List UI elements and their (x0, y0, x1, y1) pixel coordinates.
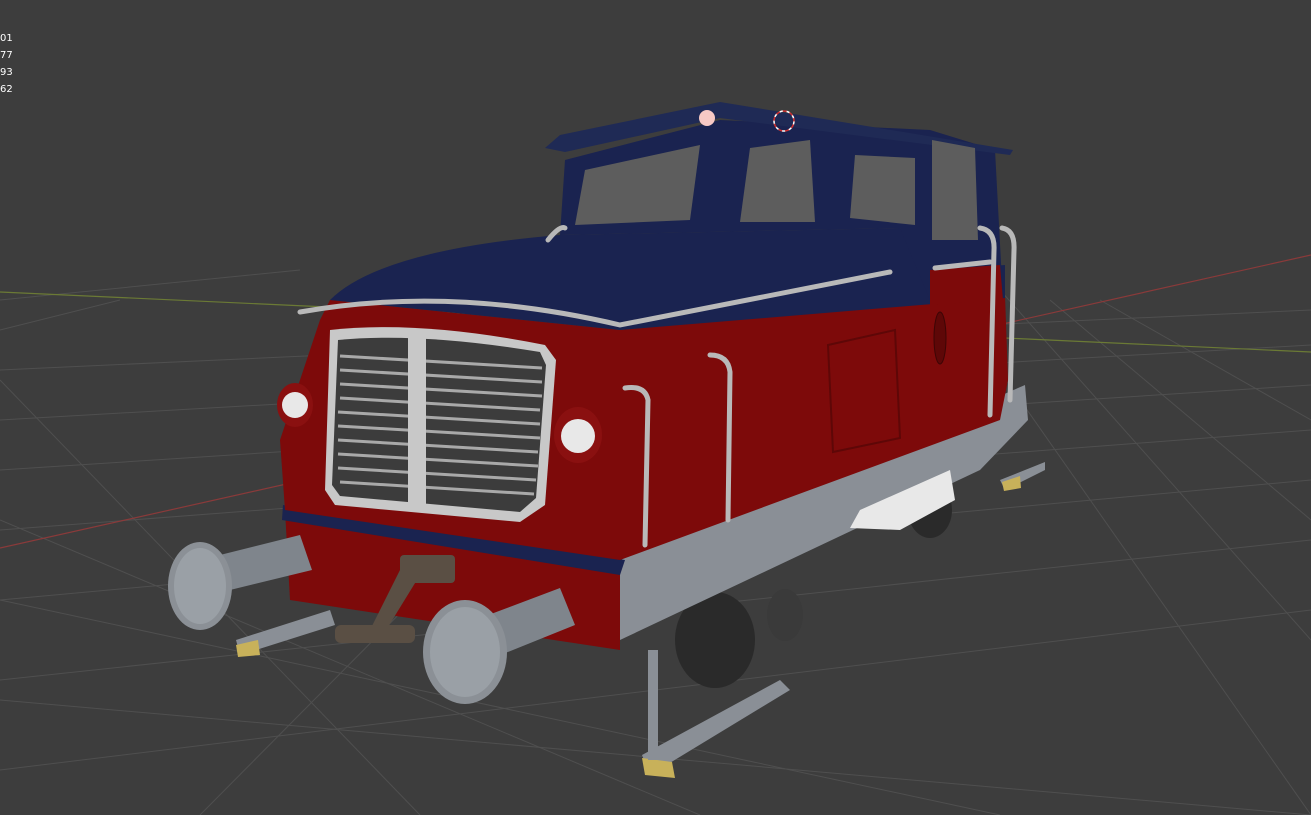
cab-window-center (740, 140, 815, 222)
3d-viewport[interactable]: 01 77 93 62 (0, 0, 1311, 815)
viewport-canvas[interactable] (0, 0, 1311, 815)
cab-side-window (932, 140, 978, 240)
stats-line: 77 (0, 50, 13, 61)
grille-inner (332, 337, 546, 512)
stats-line: 93 (0, 67, 13, 78)
light-origin-icon[interactable] (699, 110, 715, 126)
viewport-stats-overlay: 01 77 93 62 (0, 30, 13, 98)
step-right-post (648, 650, 658, 760)
side-vent (933, 311, 947, 365)
cab-window-right (850, 155, 915, 225)
stats-line: 62 (0, 84, 13, 95)
headlight-left (282, 392, 308, 418)
headlight-right (561, 419, 595, 453)
grille-center-bar (408, 330, 426, 510)
axle-box (767, 589, 803, 641)
stats-line: 01 (0, 33, 13, 44)
